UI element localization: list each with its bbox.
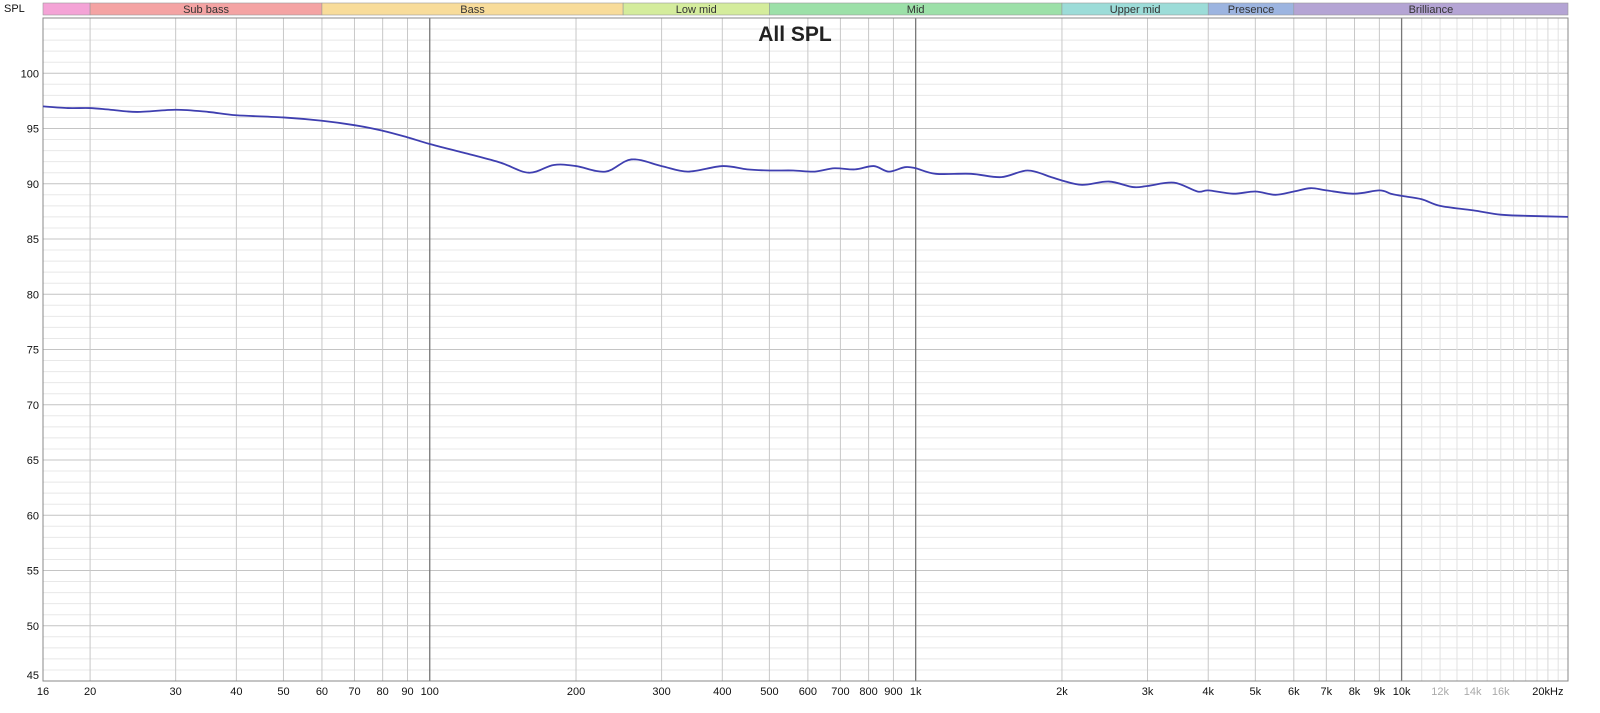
y-tick-label: 90: [27, 179, 39, 191]
spl-chart: Sub bass Bass Low mid Mid Upper mid Presence B…: [4, 2, 1569, 698]
y-tick-label: 75: [27, 345, 39, 357]
x-tick-label: 14k: [1464, 686, 1482, 698]
x-tick-label: 80: [377, 686, 389, 698]
y-tick-label: 100: [21, 68, 39, 80]
x-tick-label: 1k: [910, 686, 922, 698]
x-tick-label: 5k: [1250, 686, 1262, 698]
x-tick-label: 12k: [1431, 686, 1449, 698]
x-tick-label: 20: [84, 686, 96, 698]
x-tick-label: 50: [277, 686, 289, 698]
y-tick-labels: 50 55 60 65 70 75 80 85 90 95 100 45: [21, 68, 39, 682]
band-label: Mid: [907, 4, 925, 16]
y-tick-label: 70: [27, 400, 39, 412]
band-0: [42, 2, 91, 16]
x-tick-labels: 16 20 30 40 50 60 70 80 90 100 200 300 400 500 600 700 8…: [37, 686, 1564, 698]
x-tick-label: 100: [421, 686, 439, 698]
x-tick-label: 3k: [1142, 686, 1154, 698]
x-tick-label: 400: [713, 686, 731, 698]
x-tick-label: 300: [652, 686, 670, 698]
x-tick-label: 500: [760, 686, 778, 698]
y-tick-label: 65: [27, 455, 39, 467]
band-label: Presence: [1228, 4, 1274, 16]
x-tick-label: 30: [170, 686, 182, 698]
x-tick-label: 800: [859, 686, 877, 698]
x-tick-label: 9k: [1374, 686, 1386, 698]
y-tick-label-bottom: 45: [27, 670, 39, 682]
y-tick-label: 55: [27, 566, 39, 578]
y-tick-label: 95: [27, 124, 39, 136]
x-tick-label: 40: [230, 686, 242, 698]
x-tick-label: 900: [884, 686, 902, 698]
band-label: Upper mid: [1110, 4, 1161, 16]
band-label: Brilliance: [1409, 4, 1454, 16]
y-tick-label: 50: [27, 621, 39, 633]
band-label: Low mid: [676, 4, 717, 16]
x-tick-label: 4k: [1202, 686, 1214, 698]
x-tick-label: 16: [37, 686, 49, 698]
y-axis-label: SPL: [4, 3, 25, 15]
x-tick-label: 200: [567, 686, 585, 698]
x-tick-label: 16k: [1492, 686, 1510, 698]
chart-title: All SPL: [758, 23, 832, 46]
x-tick-label: 90: [401, 686, 413, 698]
x-tick-label: 7k: [1321, 686, 1333, 698]
x-tick-label: 2k: [1056, 686, 1068, 698]
y-tick-label: 85: [27, 234, 39, 246]
y-tick-label: 80: [27, 289, 39, 301]
x-tick-label: 700: [831, 686, 849, 698]
band-label: Bass: [460, 4, 485, 16]
x-tick-label: 60: [316, 686, 328, 698]
x-tick-label: 70: [348, 686, 360, 698]
x-tick-label: 20kHz: [1532, 686, 1563, 698]
x-tick-label: 600: [799, 686, 817, 698]
x-tick-label: 10k: [1393, 686, 1411, 698]
x-tick-label: 6k: [1288, 686, 1300, 698]
frequency-bands: Sub bass Bass Low mid Mid Upper mid Presence B…: [42, 2, 1569, 16]
y-tick-label: 60: [27, 510, 39, 522]
x-tick-label: 8k: [1349, 686, 1361, 698]
band-label: Sub bass: [183, 4, 229, 16]
